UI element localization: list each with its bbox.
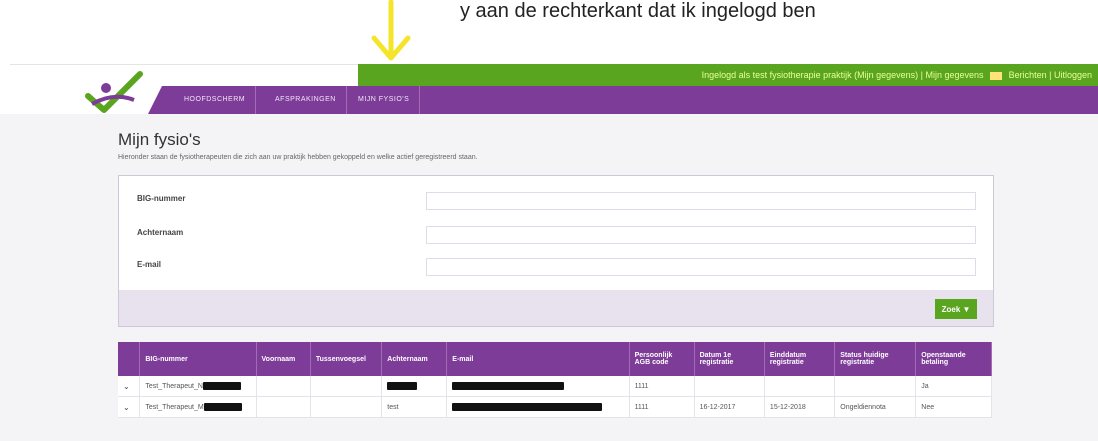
cell-achternaam: test bbox=[381, 396, 448, 418]
expand-chevron-icon[interactable]: ⌄ bbox=[123, 382, 130, 391]
page-subtitle: Hieronder staan de fysiotherapeuten die … bbox=[118, 154, 478, 161]
cell-agb: 1111 bbox=[629, 396, 695, 418]
cell-betaling: Nee bbox=[915, 396, 992, 418]
logo-icon bbox=[85, 71, 143, 113]
mail-icon[interactable] bbox=[990, 71, 1003, 80]
search-form: BIG-nummer Achternaam E-mail Zoek ▼ bbox=[118, 175, 994, 327]
redaction-mark bbox=[203, 403, 242, 411]
table-row[interactable]: ⌄ Test_Therapeut_N 1111 Ja bbox=[118, 376, 992, 397]
column-header-achternaam[interactable]: Achternaam bbox=[381, 342, 448, 376]
column-header-status[interactable]: Status huidige registratie bbox=[834, 342, 917, 376]
cell-agb: 1111 bbox=[629, 376, 695, 397]
search-button[interactable]: Zoek ▼ bbox=[935, 299, 977, 319]
top-caption: y aan de rechterkant dat ik ingelogd ben bbox=[460, 0, 816, 22]
cell-betaling: Ja bbox=[915, 376, 992, 397]
column-header-einddatum[interactable]: Einddatum registratie bbox=[764, 342, 836, 376]
header-divider bbox=[10, 64, 358, 65]
filter-row-achternaam: Achternaam bbox=[119, 224, 993, 248]
cell-big: Test_Therapeut_N bbox=[145, 382, 203, 390]
column-header-big[interactable]: BIG-nummer bbox=[139, 342, 257, 376]
main-nav: Hoofdscherm Afsprakingen Mijn fysio's bbox=[148, 86, 1098, 114]
expand-chevron-icon[interactable]: ⌄ bbox=[123, 403, 130, 412]
arrow-down-icon bbox=[371, 0, 411, 61]
column-header-voornaam[interactable]: Voornaam bbox=[256, 342, 311, 376]
big-nummer-input[interactable] bbox=[426, 192, 976, 210]
table-row[interactable]: ⌄ Test_Therapeut_M test 1111 16-12-2017 … bbox=[118, 396, 992, 418]
nav-item-hoofdscherm[interactable]: Hoofdscherm bbox=[174, 86, 257, 114]
cell-tussenvoegsel bbox=[310, 376, 383, 397]
column-header-datum-registratie[interactable]: Datum 1e registratie bbox=[694, 342, 765, 376]
table-header-expand bbox=[118, 342, 141, 376]
cell-status: Ongeldiennota bbox=[834, 396, 917, 418]
email-input[interactable] bbox=[426, 258, 976, 276]
redaction-mark bbox=[202, 382, 241, 390]
column-header-email[interactable]: E-mail bbox=[446, 342, 630, 376]
messages-link[interactable]: Berichten bbox=[1009, 70, 1047, 80]
cell-status bbox=[834, 376, 917, 397]
redaction-mark bbox=[452, 403, 603, 411]
nav-item-afsprakingen[interactable]: Afsprakingen bbox=[265, 86, 347, 114]
page-title: Mijn fysio's bbox=[118, 130, 201, 149]
cell-voornaam bbox=[256, 376, 311, 397]
cell-big: Test_Therapeut_M bbox=[145, 403, 204, 411]
redaction-mark bbox=[387, 382, 418, 390]
column-header-tussenvoegsel[interactable]: Tussenvoegsel bbox=[310, 342, 383, 376]
nav-item-mijn-fysios[interactable]: Mijn fysio's bbox=[348, 86, 421, 114]
table-header-row: BIG-nummer Voornaam Tussenvoegsel Achter… bbox=[118, 342, 992, 376]
logout-link[interactable]: Uitloggen bbox=[1054, 70, 1092, 80]
results-table: BIG-nummer Voornaam Tussenvoegsel Achter… bbox=[118, 342, 992, 418]
form-footer: Zoek ▼ bbox=[119, 290, 993, 326]
big-nummer-label: BIG-nummer bbox=[137, 194, 186, 203]
cell-einddatum bbox=[764, 376, 836, 397]
login-status-text: Ingelogd als test fysiotherapie praktijk… bbox=[701, 70, 984, 80]
user-status-bar: Ingelogd als test fysiotherapie praktijk… bbox=[358, 64, 1098, 86]
cell-datum1 bbox=[694, 376, 765, 397]
filter-row-email: E-mail bbox=[119, 256, 993, 280]
column-header-agb[interactable]: Persoonlijk AGB code bbox=[629, 342, 695, 376]
filter-row-big: BIG-nummer bbox=[119, 190, 993, 214]
cell-voornaam bbox=[256, 396, 311, 418]
email-label: E-mail bbox=[137, 260, 162, 269]
redaction-mark bbox=[452, 382, 565, 390]
column-header-betaling[interactable]: Openstaande betaling bbox=[915, 342, 992, 376]
cell-tussenvoegsel bbox=[310, 396, 383, 418]
cell-einddatum: 15-12-2018 bbox=[764, 396, 836, 418]
achternaam-label: Achternaam bbox=[137, 228, 184, 237]
achternaam-input[interactable] bbox=[426, 226, 976, 244]
cell-datum1: 16-12-2017 bbox=[694, 396, 765, 418]
